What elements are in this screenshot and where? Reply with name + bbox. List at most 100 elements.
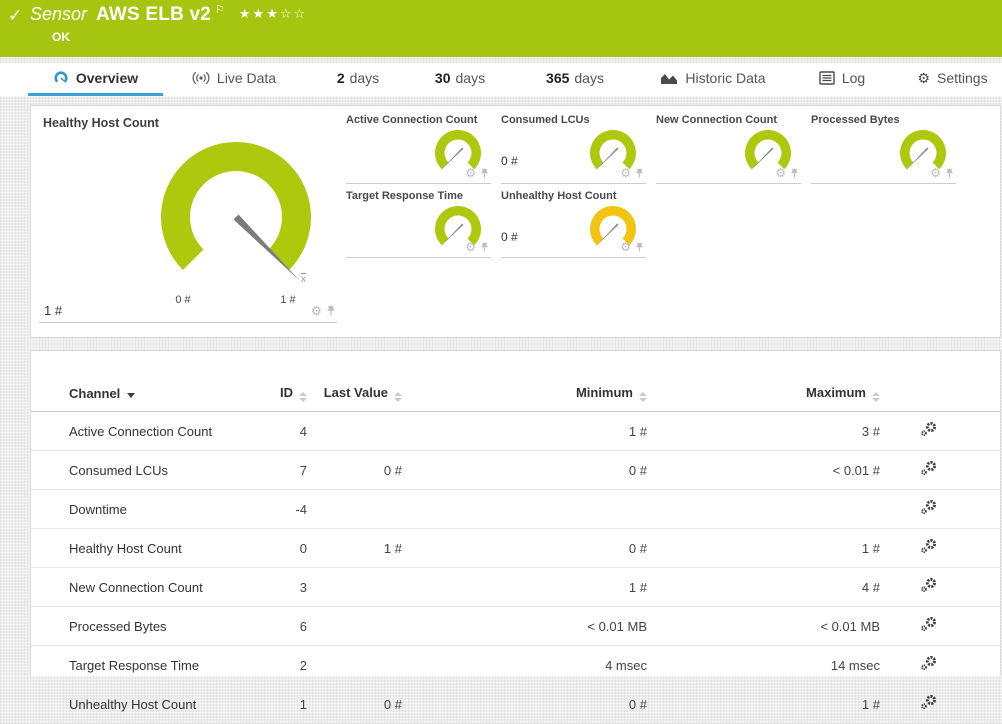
channel-maximum: < 0.01 MB	[653, 606, 886, 646]
sensor-header: ✓ Sensor AWS ELB v2 ⚐ ★★★☆☆ OK	[0, 0, 1002, 57]
pin-icon[interactable]	[635, 168, 644, 179]
channel-id: 4	[271, 411, 313, 451]
table-row: Healthy Host Count 0 1 # 0 # 1 #	[31, 528, 1000, 568]
gauge-title: Active Connection Count	[346, 114, 478, 126]
pin-icon[interactable]	[945, 168, 954, 179]
channel-name: Unhealthy Host Count	[31, 684, 271, 724]
divider	[656, 183, 801, 184]
gauge-scale-max: 1 #	[280, 294, 296, 306]
priority-stars[interactable]: ★★★☆☆	[239, 6, 307, 22]
priority-flag-icon[interactable]: ⚐	[215, 3, 225, 16]
area-chart-icon	[660, 71, 678, 85]
gauge-settings-gear-icon[interactable]: ⚙	[311, 305, 322, 317]
table-row: Processed Bytes 6 < 0.01 MB < 0.01 MB	[31, 606, 1000, 646]
channel-minimum: 0 #	[408, 684, 653, 724]
table-row: New Connection Count 3 1 # 4 #	[31, 567, 1000, 607]
tab-365-days[interactable]: 365 days	[530, 63, 620, 93]
table-row: Target Response Time 2 4 msec 14 msec	[31, 645, 1000, 685]
gauges-panel: Healthy Host Count 0 # 1 # x 1 # ⚙ Activ…	[30, 105, 1001, 338]
page-title: AWS ELB v2	[96, 4, 212, 25]
pin-icon[interactable]	[790, 168, 799, 179]
table-header-row: Channel ID Last Value Minimum Maximum	[31, 377, 1000, 412]
gauge-scale-min: 0 #	[175, 294, 191, 306]
gauge-title: New Connection Count	[656, 114, 777, 126]
divider	[346, 183, 491, 184]
pin-icon[interactable]	[326, 305, 336, 317]
tab-live-data[interactable]: Live Data	[178, 63, 290, 93]
divider	[501, 257, 646, 258]
gauge-settings-gear-icon[interactable]: ⚙	[930, 167, 941, 179]
channels-panel: Channel ID Last Value Minimum Maximum Ac…	[30, 350, 1001, 724]
gear-icon: ⚙	[917, 70, 930, 86]
gauge-settings-gear-icon[interactable]: ⚙	[465, 167, 476, 179]
channel-id: 3	[271, 567, 313, 607]
gauge-block-unhealthy-host-count: Unhealthy Host Count 0 # ⚙	[501, 190, 646, 258]
tab-label: days	[574, 70, 604, 86]
channel-last-value: 0 #	[313, 684, 408, 724]
tab-historic-data[interactable]: Historic Data	[652, 63, 774, 93]
pin-icon[interactable]	[480, 242, 489, 253]
channel-settings-gears-icon[interactable]	[919, 499, 938, 519]
tab-number: 365	[546, 70, 570, 86]
pin-icon[interactable]	[635, 242, 644, 253]
channel-id: -4	[271, 489, 313, 529]
tab-label: days	[455, 70, 486, 86]
sort-icon	[872, 392, 880, 402]
tab-overview[interactable]: Overview	[28, 63, 163, 96]
channels-table: Channel ID Last Value Minimum Maximum Ac…	[31, 377, 1000, 724]
channel-id: 0	[271, 528, 313, 568]
sort-icon	[299, 392, 307, 402]
channel-settings-gears-icon[interactable]	[919, 694, 938, 714]
channel-settings-gears-icon[interactable]	[919, 460, 938, 480]
gauge-settings-gear-icon[interactable]: ⚙	[620, 241, 631, 253]
log-icon	[819, 71, 835, 85]
column-header-channel[interactable]: Channel	[31, 377, 271, 412]
channel-maximum: 14 msec	[653, 645, 886, 685]
channel-name: Downtime	[31, 489, 271, 529]
channel-maximum: 4 #	[653, 567, 886, 607]
channel-minimum: 0 #	[408, 528, 653, 568]
sort-desc-icon	[127, 393, 136, 398]
channel-maximum	[653, 489, 886, 529]
gauge-block-consumed-lcus: Consumed LCUs 0 # ⚙	[501, 114, 646, 184]
sensor-type-label: Sensor	[30, 4, 88, 24]
tab-label: Overview	[75, 70, 139, 86]
channel-settings-gears-icon[interactable]	[919, 616, 938, 636]
channel-settings-gears-icon[interactable]	[919, 577, 938, 597]
channel-last-value: 0 #	[313, 450, 408, 490]
channel-settings-gears-icon[interactable]	[919, 538, 938, 558]
gauge-title: Target Response Time	[346, 190, 463, 202]
gauge-block-new-connection-count: New Connection Count ⚙	[656, 114, 801, 184]
sort-icon	[394, 392, 402, 402]
channel-last-value	[313, 411, 408, 451]
column-header-maximum[interactable]: Maximum	[653, 377, 886, 412]
channel-name: New Connection Count	[31, 567, 271, 607]
channel-maximum: 1 #	[653, 684, 886, 724]
gauge-settings-gear-icon[interactable]: ⚙	[620, 167, 631, 179]
channel-name: Processed Bytes	[31, 606, 271, 646]
tab-settings[interactable]: ⚙ Settings	[905, 63, 1000, 93]
gauge-settings-gear-icon[interactable]: ⚙	[775, 167, 786, 179]
column-header-minimum[interactable]: Minimum	[408, 377, 653, 412]
channel-minimum: < 0.01 MB	[408, 606, 653, 646]
pin-icon[interactable]	[480, 168, 489, 179]
tab-log[interactable]: Log	[810, 63, 874, 93]
tab-label: Live Data	[216, 70, 277, 86]
channel-settings-gears-icon[interactable]	[919, 655, 938, 675]
tab-30-days[interactable]: 30 days	[420, 63, 500, 93]
gauge-title: Consumed LCUs	[501, 114, 590, 126]
channel-maximum: < 0.01 #	[653, 450, 886, 490]
status-check-icon: ✓	[8, 6, 23, 25]
divider	[39, 322, 337, 323]
table-row: Active Connection Count 4 1 # 3 #	[31, 411, 1000, 451]
channel-last-value	[313, 567, 408, 607]
channel-settings-gears-icon[interactable]	[919, 421, 938, 441]
status-badge: OK	[52, 30, 70, 44]
column-header-last-value[interactable]: Last Value	[313, 377, 408, 412]
gauge-settings-gear-icon[interactable]: ⚙	[465, 241, 476, 253]
channel-id: 6	[271, 606, 313, 646]
column-header-id[interactable]: ID	[271, 377, 313, 412]
channel-minimum: 4 msec	[408, 645, 653, 685]
tab-2-days[interactable]: 2 days	[322, 63, 394, 93]
channel-last-value: 1 #	[313, 528, 408, 568]
